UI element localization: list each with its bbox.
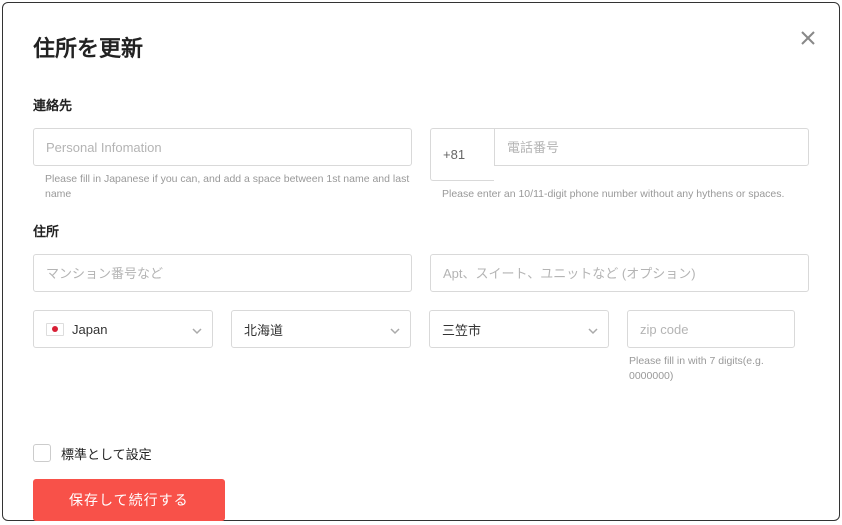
chevron-down-icon bbox=[192, 324, 202, 334]
zip-input[interactable] bbox=[640, 322, 782, 337]
close-button[interactable] bbox=[799, 29, 817, 47]
save-button[interactable]: 保存して続行する bbox=[33, 479, 225, 521]
country-select[interactable]: Japan bbox=[33, 310, 213, 348]
city-value: 三笠市 bbox=[442, 320, 481, 339]
prefecture-select[interactable]: 北海道 bbox=[231, 310, 411, 348]
phone-input-wrapper bbox=[494, 128, 809, 166]
addr-line1-wrapper bbox=[33, 254, 412, 292]
name-helper: Please fill in Japanese if you can, and … bbox=[33, 172, 412, 201]
addr-line2-input[interactable] bbox=[443, 266, 796, 281]
phone-helper: Please enter an 10/11-digit phone number… bbox=[430, 187, 809, 202]
addr-line2-wrapper bbox=[430, 254, 809, 292]
addr-line1-input[interactable] bbox=[46, 266, 399, 281]
section-address-label: 住所 bbox=[33, 221, 809, 240]
address-update-modal: 住所を更新 連絡先 Please fill in Japanese if you… bbox=[2, 2, 840, 521]
chevron-down-icon bbox=[390, 324, 400, 334]
name-input[interactable] bbox=[46, 140, 399, 155]
zip-input-wrapper bbox=[627, 310, 795, 348]
chevron-down-icon bbox=[588, 324, 598, 334]
close-icon bbox=[801, 31, 815, 45]
modal-title: 住所を更新 bbox=[33, 31, 809, 63]
country-value: Japan bbox=[72, 322, 107, 337]
phone-input[interactable] bbox=[507, 140, 796, 155]
default-checkbox[interactable] bbox=[33, 444, 51, 462]
default-checkbox-label: 標準として設定 bbox=[61, 444, 152, 463]
phone-prefix: +81 bbox=[430, 128, 494, 181]
name-input-wrapper bbox=[33, 128, 412, 166]
prefecture-value: 北海道 bbox=[244, 320, 283, 339]
city-select[interactable]: 三笠市 bbox=[429, 310, 609, 348]
zip-helper: Please fill in with 7 digits(e.g. 000000… bbox=[627, 354, 795, 383]
flag-japan-icon bbox=[46, 323, 64, 336]
section-contact-label: 連絡先 bbox=[33, 95, 809, 114]
